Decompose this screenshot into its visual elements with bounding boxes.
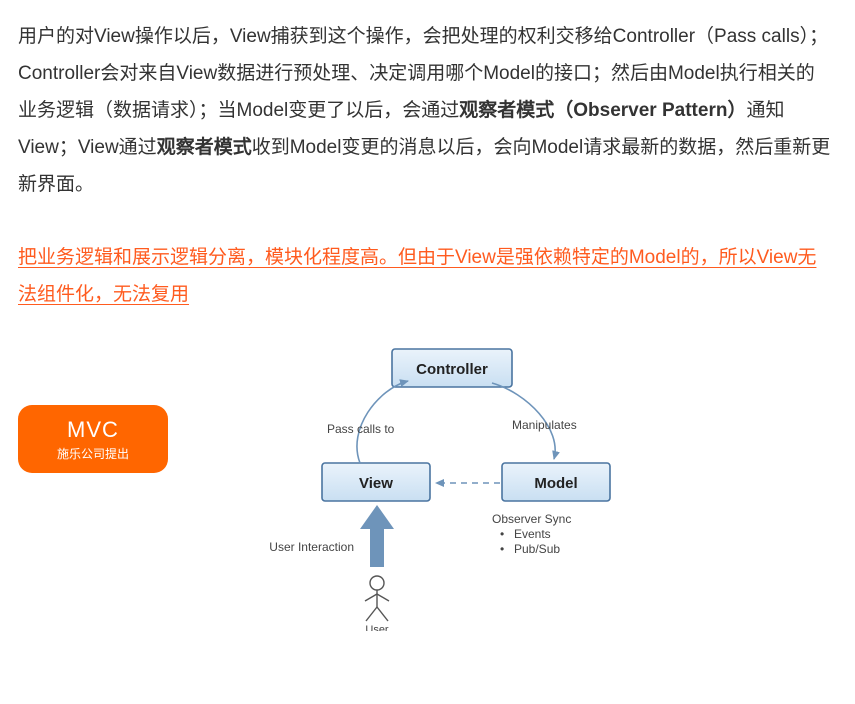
diagram-section: MVC 施乐公司提出 Controll [18,341,831,636]
mvc-diagram: Controller View Model Pass calls to Mani… [182,341,831,636]
label-observer-events: Events [514,527,551,541]
mvc-diagram-svg: Controller View Model Pass calls to Mani… [182,341,682,631]
label-user: User [365,624,389,631]
user-interaction-arrow-shaft [370,527,384,567]
label-pass-calls: Pass calls to [327,422,395,436]
mvc-badge-subtitle: 施乐公司提出 [57,445,129,462]
user-interaction-arrow-head [360,505,394,529]
label-manipulates: Manipulates [512,418,577,432]
label-observer-bullet-1: • [500,527,504,541]
para-bold-observer-1: 观察者模式（Observer Pattern） [459,100,746,121]
mvc-badge: MVC 施乐公司提出 [18,405,168,473]
highlight-text: 把业务逻辑和展示逻辑分离，模块化程度高。但由于View是强依赖特定的Model的… [18,247,816,305]
highlight-summary: 把业务逻辑和展示逻辑分离，模块化程度高。但由于View是强依赖特定的Model的… [18,239,831,313]
user-icon [365,576,389,621]
controller-label: Controller [416,361,488,378]
label-user-interaction: User Interaction [269,540,354,554]
model-label: Model [534,475,577,492]
view-label: View [359,475,393,492]
label-observer-pubsub: Pub/Sub [514,542,560,556]
mvc-badge-title: MVC [67,417,119,443]
label-observer-bullet-2: • [500,542,504,556]
body-paragraph: 用户的对View操作以后，View捕获到这个操作，会把处理的权利交移给Contr… [18,18,831,203]
para-bold-observer-2: 观察者模式 [157,137,252,158]
label-observer-title: Observer Sync [492,512,571,526]
